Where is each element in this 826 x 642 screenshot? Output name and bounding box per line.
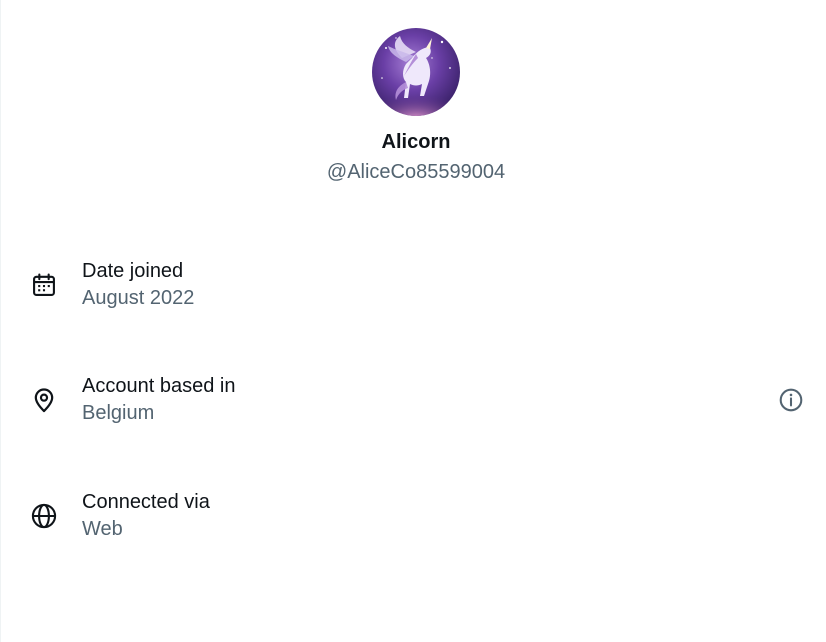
- date-joined-label: Date joined: [82, 260, 184, 282]
- account-based-in-text: Account based in Belgium: [82, 373, 235, 426]
- date-joined-row: Date joined August 2022: [1, 258, 826, 318]
- connected-via-text: Connected via Web: [82, 489, 210, 542]
- connected-via-label: Connected via: [82, 491, 210, 513]
- connected-via-row: Connected via Web: [1, 489, 826, 549]
- user-handle: @AliceCo85599004: [326, 161, 506, 183]
- about-account-panel: Alicorn @AliceCo85599004 Date joined Aug…: [0, 0, 826, 642]
- date-joined-text: Date joined August 2022: [82, 258, 194, 311]
- account-based-in-label: Account based in: [82, 375, 236, 397]
- calendar-icon: [29, 270, 59, 300]
- date-joined-value: August 2022: [82, 287, 195, 309]
- display-name: Alicorn: [381, 131, 451, 153]
- avatar[interactable]: [372, 28, 460, 116]
- globe-icon: [29, 501, 59, 531]
- connected-via-value: Web: [82, 518, 123, 540]
- account-based-in-row: Account based in Belgium: [1, 373, 826, 433]
- info-icon[interactable]: [777, 386, 805, 414]
- location-pin-icon: [29, 385, 59, 415]
- profile-header: Alicorn @AliceCo85599004: [1, 28, 826, 184]
- account-based-in-value: Belgium: [82, 402, 155, 424]
